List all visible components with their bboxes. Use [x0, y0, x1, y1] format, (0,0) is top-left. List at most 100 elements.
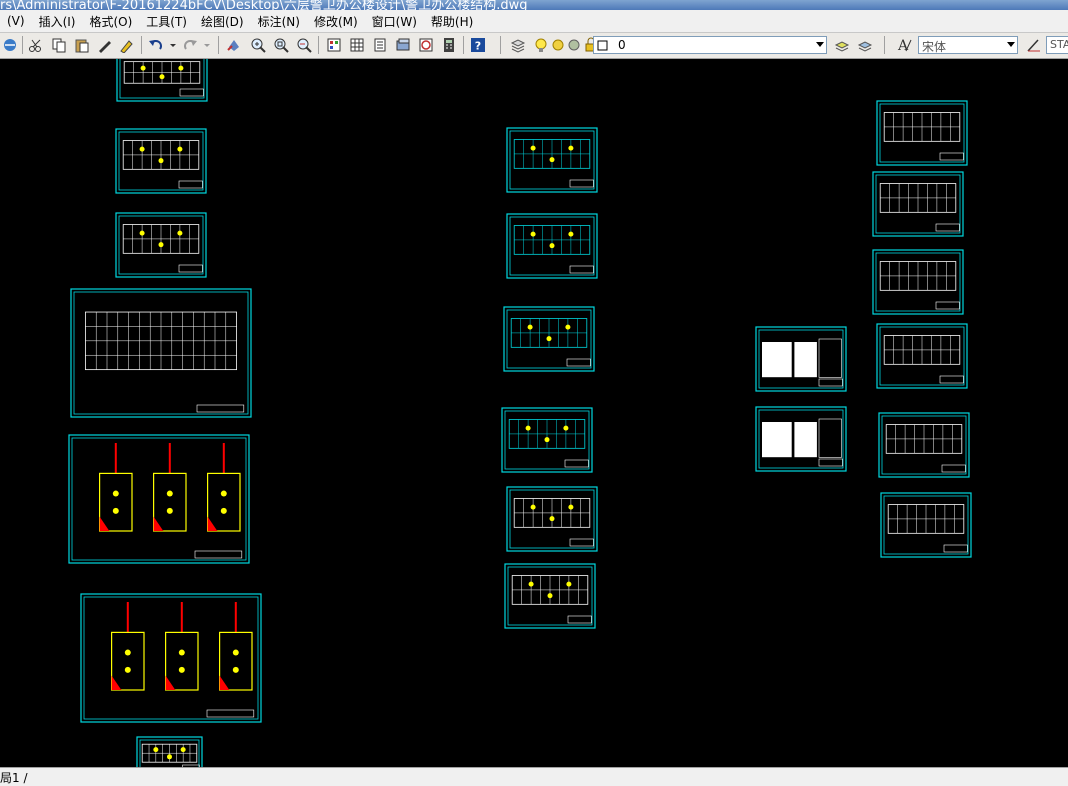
- font-dropdown[interactable]: 宋体: [918, 36, 1018, 54]
- sun-thaw-icon[interactable]: [550, 37, 566, 53]
- layer-previous-icon[interactable]: [857, 37, 873, 53]
- footing-corner: [219, 675, 230, 690]
- standard-toolbar: ? 0 A 宋体 STA: [0, 33, 1068, 59]
- menu-modify[interactable]: 修改(M): [307, 13, 365, 30]
- annotation-mark: [530, 231, 536, 237]
- annotation-mark: [530, 504, 536, 510]
- pan-realtime-icon[interactable]: [226, 37, 242, 53]
- annotation-mark: [153, 747, 159, 753]
- cut-icon[interactable]: [28, 37, 44, 53]
- window-title: rs\Administrator\F-20161224bFCV\Desktop\…: [0, 0, 528, 10]
- layout-tab[interactable]: 局1 /: [0, 769, 28, 786]
- copy-icon[interactable]: [51, 37, 67, 53]
- undo-dropdown-icon[interactable]: [168, 37, 178, 53]
- zoom-previous-icon[interactable]: [296, 37, 312, 53]
- menu-draw[interactable]: 绘图(D): [194, 13, 251, 30]
- menu-insert[interactable]: 插入(I): [32, 13, 83, 30]
- markup-set-icon[interactable]: [418, 37, 434, 53]
- title-block: [569, 265, 594, 274]
- footing-mark: [220, 490, 227, 497]
- annotation-mark: [566, 581, 572, 587]
- title-block: [206, 709, 255, 718]
- properties-icon[interactable]: [326, 37, 342, 53]
- tool-palettes-icon[interactable]: [372, 37, 388, 53]
- footing-corner: [99, 516, 110, 531]
- title-block: [939, 152, 964, 161]
- annotation-mark: [180, 747, 186, 753]
- help-icon[interactable]: ?: [470, 37, 486, 53]
- drawing-canvas[interactable]: [0, 59, 1068, 767]
- make-layer-current-icon[interactable]: [834, 37, 850, 53]
- layout-tabs-bar: 局1 /: [0, 767, 1068, 786]
- dimension-style-dropdown[interactable]: STA: [1046, 36, 1068, 54]
- menu-format[interactable]: 格式(O): [82, 13, 139, 30]
- footing-outline: [207, 472, 241, 532]
- title-bar: rs\Administrator\F-20161224bFCV\Desktop\…: [0, 0, 1068, 10]
- menu-dimension[interactable]: 标注(N): [251, 13, 307, 30]
- annotation-mark: [568, 145, 574, 151]
- layer-current-value: 0: [618, 38, 626, 52]
- menu-view[interactable]: (V): [0, 14, 32, 28]
- title-block: [567, 615, 592, 624]
- annotation-mark: [140, 65, 146, 71]
- sheet-set-icon[interactable]: [395, 37, 411, 53]
- annotation-mark: [525, 425, 531, 431]
- menu-help[interactable]: 帮助(H): [424, 13, 480, 30]
- chevron-down-icon[interactable]: [1007, 42, 1015, 47]
- title-block: [941, 464, 966, 473]
- annotation-mark: [139, 146, 145, 152]
- notes-panel: [794, 342, 817, 378]
- dimension-style-icon[interactable]: [1026, 37, 1042, 53]
- layer-manager-icon[interactable]: [510, 37, 526, 53]
- footing-mark: [220, 507, 227, 514]
- menu-window[interactable]: 窗口(W): [365, 13, 424, 30]
- annotation-mark: [568, 231, 574, 237]
- title-block: [569, 538, 594, 547]
- match-properties-icon[interactable]: [97, 37, 113, 53]
- zoom-window-icon[interactable]: [273, 37, 289, 53]
- chevron-down-icon[interactable]: [816, 42, 824, 47]
- annotation-mark: [549, 157, 555, 163]
- annotation-mark: [565, 324, 571, 330]
- lightbulb-on-icon[interactable]: [533, 37, 549, 53]
- undo-icon[interactable]: [148, 37, 164, 53]
- layer-viewport-icon[interactable]: [566, 37, 582, 53]
- annotation-mark: [546, 336, 552, 342]
- calculator-icon[interactable]: [441, 37, 457, 53]
- text-style-icon[interactable]: A: [896, 37, 912, 53]
- footing-mark: [178, 649, 185, 656]
- title-block: [818, 458, 843, 467]
- footing-corner: [165, 675, 176, 690]
- footing-mark: [178, 666, 185, 673]
- redo-dropdown-icon[interactable]: [202, 37, 212, 53]
- title-block: [818, 378, 843, 387]
- drawing-sheets: [68, 59, 972, 767]
- footing-mark: [124, 649, 131, 656]
- annotation-mark: [167, 754, 172, 760]
- menu-tools[interactable]: 工具(T): [139, 13, 194, 30]
- title-block: [564, 459, 589, 468]
- zoom-realtime-icon[interactable]: [250, 37, 266, 53]
- publish-icon[interactable]: [2, 37, 18, 53]
- title-block: [935, 301, 960, 310]
- block-editor-icon[interactable]: [119, 37, 135, 53]
- footing-corner: [153, 516, 164, 531]
- footing-mark: [166, 490, 173, 497]
- layer-dropdown[interactable]: 0: [593, 36, 827, 54]
- title-block: [179, 88, 204, 97]
- toolbar-separator: [500, 36, 501, 54]
- paste-icon[interactable]: [74, 37, 90, 53]
- title-block: [943, 544, 968, 553]
- annotation-mark: [563, 425, 569, 431]
- redo-icon[interactable]: [182, 37, 198, 53]
- notes-table: [818, 418, 842, 458]
- annotation-mark: [527, 324, 533, 330]
- footing-outline: [153, 472, 187, 532]
- annotation-mark: [568, 504, 574, 510]
- title-block: [178, 264, 203, 273]
- title-block: [935, 223, 960, 232]
- toolbar-separator: [218, 36, 219, 54]
- layer-color-swatch-icon: [597, 40, 608, 51]
- title-block: [939, 375, 964, 384]
- design-center-icon[interactable]: [349, 37, 365, 53]
